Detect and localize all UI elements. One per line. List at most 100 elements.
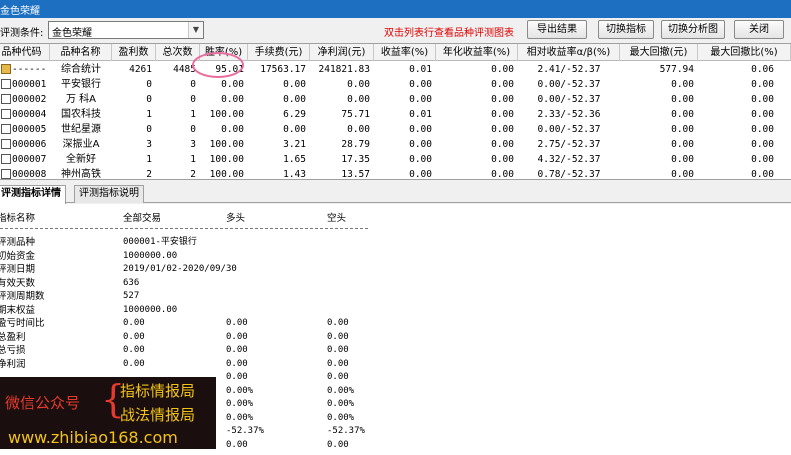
cell-win: 3 xyxy=(146,139,152,150)
cell-total: 0 xyxy=(190,124,196,135)
detail-row: 有效天数 636 xyxy=(0,277,500,291)
table-row[interactable]: 000006 深振业A 3 3 100.00 3.21 28.79 0.00 0… xyxy=(0,137,791,152)
condition-select-value: 金色荣耀 xyxy=(52,28,92,39)
results-table[interactable]: 品种代码 品种名称 盈利数 总次数 胜率(%) 手续费(元) 净利润(元) 收益… xyxy=(0,43,791,180)
cell-fee: 0.00 xyxy=(283,94,306,105)
cell-relative: 2.75/-52.37 xyxy=(537,139,601,150)
detail-row: 净利润 0.00 0.00 0.00 xyxy=(0,358,500,372)
cell-return: 0.00 xyxy=(409,124,432,135)
col-header-drawdown-ratio[interactable]: 最大回撤比(%) xyxy=(698,44,791,61)
cell-rate: 0.00 xyxy=(221,124,244,135)
cell-code: 000001 xyxy=(12,79,47,90)
col-header-drawdown[interactable]: 最大回撤(元) xyxy=(620,44,698,61)
cell-rate: 100.00 xyxy=(209,109,244,120)
cell-total: 0 xyxy=(190,94,196,105)
col-header-profit[interactable]: 净利润(元) xyxy=(310,44,374,61)
detail-long: 0.00 xyxy=(226,439,248,450)
col-header-return[interactable]: 收益率(%) xyxy=(374,44,436,61)
cell-code: 000004 xyxy=(12,109,47,120)
cell-name: 世纪星源 xyxy=(61,124,101,135)
table-row[interactable]: 000007 全新好 1 1 100.00 1.65 17.35 0.00 0.… xyxy=(0,152,791,167)
condition-select[interactable]: 金色荣耀 ▼ xyxy=(48,21,204,39)
export-button[interactable]: 导出结果 xyxy=(527,20,587,39)
detail-row: 评测品种 000001-平安银行 xyxy=(0,236,500,250)
cell-annual: 0.00 xyxy=(491,169,514,180)
cell-profit: 0.00 xyxy=(347,79,370,90)
detail-row: 初始资金 1000000.00 xyxy=(0,250,500,264)
cell-name: 深振业A xyxy=(62,139,100,150)
cell-relative: 0.00/-52.37 xyxy=(537,124,601,135)
cell-code: 000005 xyxy=(12,124,47,135)
col-header-annual[interactable]: 年化收益率(%) xyxy=(436,44,518,61)
detail-long: 0.00% xyxy=(226,399,254,409)
cell-drawdown: 577.94 xyxy=(659,64,694,75)
detail-all: 2019/01/02-2020/09/30 xyxy=(123,264,237,274)
cell-drawdown-ratio: 0.00 xyxy=(751,94,774,105)
detail-all: 0.00 xyxy=(123,358,145,369)
cell-fee: 1.43 xyxy=(283,169,306,180)
cell-annual: 0.00 xyxy=(491,109,514,120)
folder-icon xyxy=(1,64,11,74)
cell-win: 0 xyxy=(146,79,152,90)
watermark-right-bottom: 战法情报局 xyxy=(120,406,196,424)
watermark-banner: 微信公众号 { 指标情报局 战法情报局 www.zhibiao168.com xyxy=(0,377,216,449)
detail-label: 有效天数 xyxy=(0,277,36,289)
detail-all: 000001-平安银行 xyxy=(123,237,197,247)
cell-relative: 0.00/-52.37 xyxy=(537,79,601,90)
cell-total: 1 xyxy=(190,154,196,165)
cell-drawdown-ratio: 0.00 xyxy=(751,124,774,135)
col-header-fee[interactable]: 手续费(元) xyxy=(248,44,310,61)
cell-profit: 17.35 xyxy=(341,154,370,165)
tab-indicator-description[interactable]: 评测指标说明 xyxy=(74,185,144,203)
col-header-name[interactable]: 品种名称 xyxy=(50,44,112,61)
table-row[interactable]: 000005 世纪星源 0 0 0.00 0.00 0.00 0.00 0.00… xyxy=(0,122,791,137)
table-row[interactable]: 000004 国农科技 1 1 100.00 6.29 75.71 0.01 0… xyxy=(0,107,791,122)
close-button[interactable]: 关闭 xyxy=(734,20,784,39)
cell-annual: 0.00 xyxy=(491,79,514,90)
detail-short: 0.00 xyxy=(327,331,349,342)
cell-rate: 100.00 xyxy=(209,139,244,150)
table-row[interactable]: ------ 综合统计 4261 4485 95.01 17563.17 241… xyxy=(0,62,791,77)
col-header-total[interactable]: 总次数 xyxy=(156,44,200,61)
detail-header-short: 空头 xyxy=(327,213,347,224)
col-header-code[interactable]: 品种代码 xyxy=(0,44,50,61)
title-bar: 金色荣耀 xyxy=(0,0,791,18)
cell-win: 0 xyxy=(146,94,152,105)
folder-icon xyxy=(1,169,11,179)
folder-icon xyxy=(1,124,11,134)
cell-relative: 0.78/-52.37 xyxy=(537,169,601,180)
col-header-relative[interactable]: 相对收益率α/β(%) xyxy=(518,44,620,61)
cell-drawdown: 0.00 xyxy=(671,169,694,180)
window-title: 金色荣耀 xyxy=(0,6,40,17)
detail-short: 0.00 xyxy=(327,439,349,450)
cell-return: 0.00 xyxy=(409,94,432,105)
table-row[interactable]: 000001 平安银行 0 0 0.00 0.00 0.00 0.00 0.00… xyxy=(0,77,791,92)
detail-label: 期末权益 xyxy=(0,304,36,316)
cell-win: 0 xyxy=(146,124,152,135)
col-header-win[interactable]: 盈利数 xyxy=(112,44,156,61)
folder-icon xyxy=(1,79,11,89)
detail-all: 0.00 xyxy=(123,331,145,342)
cell-rate: 100.00 xyxy=(209,154,244,165)
detail-all: 527 xyxy=(123,291,140,301)
cell-name: 综合统计 xyxy=(61,64,101,75)
cell-relative: 0.00/-52.37 xyxy=(537,94,601,105)
cell-total: 1 xyxy=(190,109,196,120)
condition-label: 评测条件: xyxy=(0,28,44,39)
detail-short: 0.00 xyxy=(327,318,349,328)
chevron-down-icon[interactable]: ▼ xyxy=(188,22,203,38)
detail-label: 净利润 xyxy=(0,358,26,370)
detail-row: 评测日期 2019/01/02-2020/09/30 xyxy=(0,263,500,277)
cell-return: 0.01 xyxy=(409,64,432,75)
cell-win: 1 xyxy=(146,109,152,120)
table-row[interactable]: 000002 万 科A 0 0 0.00 0.00 0.00 0.00 0.00… xyxy=(0,92,791,107)
detail-row: 评测周期数 527 xyxy=(0,290,500,304)
switch-indicator-button[interactable]: 切换指标 xyxy=(598,20,654,39)
tab-indicator-details[interactable]: 评测指标详情 xyxy=(0,185,66,204)
detail-label: 初始资金 xyxy=(0,250,36,262)
cell-total: 3 xyxy=(190,139,196,150)
switch-chart-button[interactable]: 切换分析图 xyxy=(661,20,725,39)
cell-code: ------ xyxy=(12,64,47,75)
table-row[interactable]: 000008 神州高铁 2 2 100.00 1.43 13.57 0.00 0… xyxy=(0,167,791,180)
watermark-url: www.zhibiao168.com xyxy=(8,428,178,447)
